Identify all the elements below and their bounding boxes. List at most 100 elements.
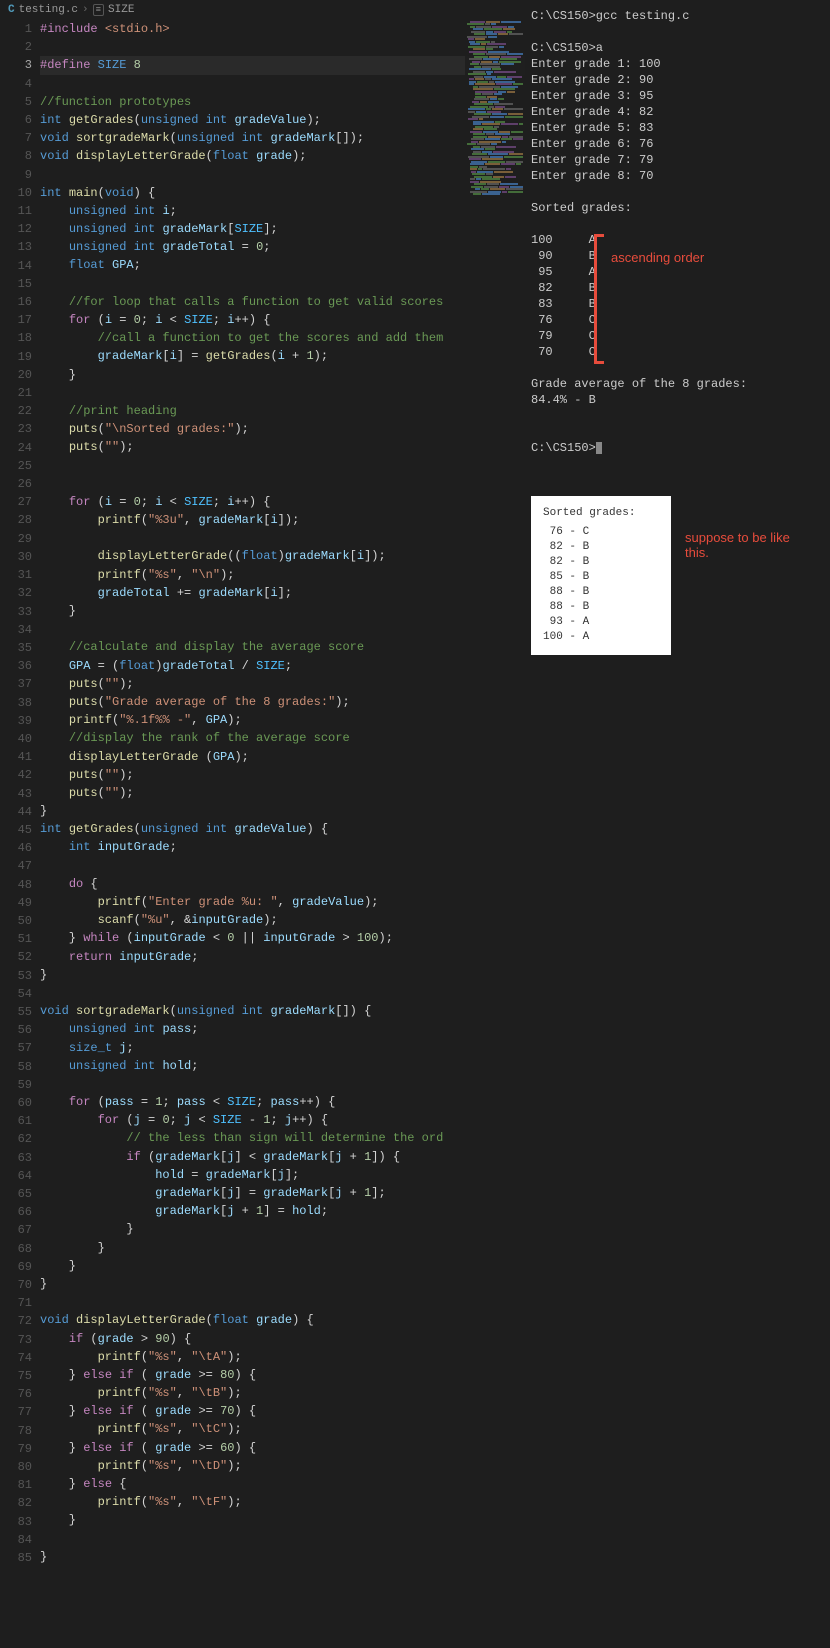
line-number[interactable]: 44 <box>0 803 32 821</box>
code-line[interactable]: gradeMark[j] = gradeMark[j + 1]; <box>40 1184 525 1202</box>
code-line[interactable]: puts(""); <box>40 784 525 802</box>
code-line[interactable]: int getGrades(unsigned int gradeValue) { <box>40 820 525 838</box>
code-line[interactable]: int inputGrade; <box>40 838 525 856</box>
code-line[interactable]: } else if ( grade >= 60) { <box>40 1439 525 1457</box>
line-number[interactable]: 83 <box>0 1513 32 1531</box>
terminal-pane[interactable]: C:\CS150>gcc testing.c C:\CS150>aEnter g… <box>525 0 830 1648</box>
line-number[interactable]: 67 <box>0 1221 32 1239</box>
line-number[interactable]: 13 <box>0 238 32 256</box>
code-line[interactable]: // the less than sign will determine the… <box>40 1129 525 1147</box>
line-number[interactable]: 15 <box>0 275 32 293</box>
code-line[interactable]: printf("%s", "\tD"); <box>40 1457 525 1475</box>
line-number[interactable]: 40 <box>0 730 32 748</box>
code-line[interactable]: for (pass = 1; pass < SIZE; pass++) { <box>40 1093 525 1111</box>
line-number[interactable]: 59 <box>0 1076 32 1094</box>
line-number[interactable]: 33 <box>0 603 32 621</box>
line-number[interactable]: 50 <box>0 912 32 930</box>
line-number[interactable]: 81 <box>0 1476 32 1494</box>
line-number[interactable]: 42 <box>0 766 32 784</box>
code-line[interactable]: } <box>40 1511 525 1529</box>
breadcrumb-file[interactable]: testing.c <box>19 4 78 16</box>
code-line[interactable]: return inputGrade; <box>40 948 525 966</box>
line-number[interactable]: 14 <box>0 257 32 275</box>
code-line[interactable]: size_t j; <box>40 1039 525 1057</box>
code-line[interactable]: printf("%s", "\n"); <box>40 566 525 584</box>
line-number-gutter[interactable]: 1234567891011121314151617181920212223242… <box>0 20 40 1648</box>
code-line[interactable]: gradeMark[j + 1] = hold; <box>40 1202 525 1220</box>
code-line[interactable]: } else if ( grade >= 80) { <box>40 1366 525 1384</box>
code-line[interactable]: } else { <box>40 1475 525 1493</box>
code-line[interactable] <box>40 1075 525 1093</box>
line-number[interactable]: 2 <box>0 38 32 56</box>
code-line[interactable]: //display the rank of the average score <box>40 729 525 747</box>
code-line[interactable]: printf("%s", "\tC"); <box>40 1420 525 1438</box>
line-number[interactable]: 41 <box>0 748 32 766</box>
line-number[interactable]: 36 <box>0 657 32 675</box>
line-number[interactable]: 77 <box>0 1403 32 1421</box>
line-number[interactable]: 38 <box>0 694 32 712</box>
line-number[interactable]: 75 <box>0 1367 32 1385</box>
code-line[interactable]: //calculate and display the average scor… <box>40 638 525 656</box>
code-line[interactable]: } <box>40 1239 525 1257</box>
code-line[interactable]: printf("%s", "\tB"); <box>40 1384 525 1402</box>
line-number[interactable]: 72 <box>0 1312 32 1330</box>
code-line[interactable]: #define SIZE 8 <box>40 56 525 74</box>
code-line[interactable]: displayLetterGrade((float)gradeMark[i]); <box>40 547 525 565</box>
code-line[interactable]: unsigned int hold; <box>40 1057 525 1075</box>
code-line[interactable]: puts(""); <box>40 675 525 693</box>
line-number[interactable]: 60 <box>0 1094 32 1112</box>
code-line[interactable]: gradeTotal += gradeMark[i]; <box>40 584 525 602</box>
line-number[interactable]: 3 <box>0 56 32 74</box>
line-number[interactable]: 31 <box>0 566 32 584</box>
code-line[interactable]: if (grade > 90) { <box>40 1330 525 1348</box>
code-line[interactable]: //function prototypes <box>40 93 525 111</box>
code-line[interactable]: printf("%.1f%% -", GPA); <box>40 711 525 729</box>
code-line[interactable]: } <box>40 966 525 984</box>
line-number[interactable]: 37 <box>0 675 32 693</box>
code-line[interactable]: //call a function to get the scores and … <box>40 329 525 347</box>
code-line[interactable]: float GPA; <box>40 256 525 274</box>
line-number[interactable]: 35 <box>0 639 32 657</box>
code-line[interactable]: #include <stdio.h> <box>40 20 525 38</box>
line-number[interactable]: 4 <box>0 75 32 93</box>
code-line[interactable] <box>40 857 525 875</box>
code-line[interactable]: unsigned int i; <box>40 202 525 220</box>
code-line[interactable]: } <box>40 1275 525 1293</box>
code-line[interactable] <box>40 75 525 93</box>
line-number[interactable]: 26 <box>0 475 32 493</box>
line-number[interactable]: 82 <box>0 1494 32 1512</box>
line-number[interactable]: 56 <box>0 1021 32 1039</box>
line-number[interactable]: 74 <box>0 1349 32 1367</box>
breadcrumb[interactable]: C testing.c › ≡ SIZE <box>0 0 525 20</box>
code-line[interactable] <box>40 475 525 493</box>
line-number[interactable]: 65 <box>0 1185 32 1203</box>
code-line[interactable] <box>40 457 525 475</box>
line-number[interactable]: 69 <box>0 1258 32 1276</box>
line-number[interactable]: 54 <box>0 985 32 1003</box>
code-line[interactable]: puts(""); <box>40 438 525 456</box>
line-number[interactable]: 61 <box>0 1112 32 1130</box>
code-line[interactable]: int main(void) { <box>40 184 525 202</box>
code-line[interactable]: puts(""); <box>40 766 525 784</box>
code-line[interactable]: for (i = 0; i < SIZE; i++) { <box>40 493 525 511</box>
line-number[interactable]: 64 <box>0 1167 32 1185</box>
line-number[interactable]: 23 <box>0 420 32 438</box>
line-number[interactable]: 16 <box>0 293 32 311</box>
line-number[interactable]: 8 <box>0 147 32 165</box>
code-line[interactable]: //for loop that calls a function to get … <box>40 293 525 311</box>
code-line[interactable] <box>40 1293 525 1311</box>
line-number[interactable]: 57 <box>0 1039 32 1057</box>
line-number[interactable]: 12 <box>0 220 32 238</box>
code-line[interactable]: gradeMark[i] = getGrades(i + 1); <box>40 347 525 365</box>
line-number[interactable]: 20 <box>0 366 32 384</box>
code-line[interactable]: } else if ( grade >= 70) { <box>40 1402 525 1420</box>
code-line[interactable]: unsigned int pass; <box>40 1020 525 1038</box>
line-number[interactable]: 47 <box>0 857 32 875</box>
code-line[interactable]: } <box>40 1220 525 1238</box>
breadcrumb-symbol[interactable]: SIZE <box>108 4 134 16</box>
code-line[interactable]: } <box>40 366 525 384</box>
line-number[interactable]: 62 <box>0 1130 32 1148</box>
line-number[interactable]: 30 <box>0 548 32 566</box>
line-number[interactable]: 55 <box>0 1003 32 1021</box>
line-number[interactable]: 80 <box>0 1458 32 1476</box>
